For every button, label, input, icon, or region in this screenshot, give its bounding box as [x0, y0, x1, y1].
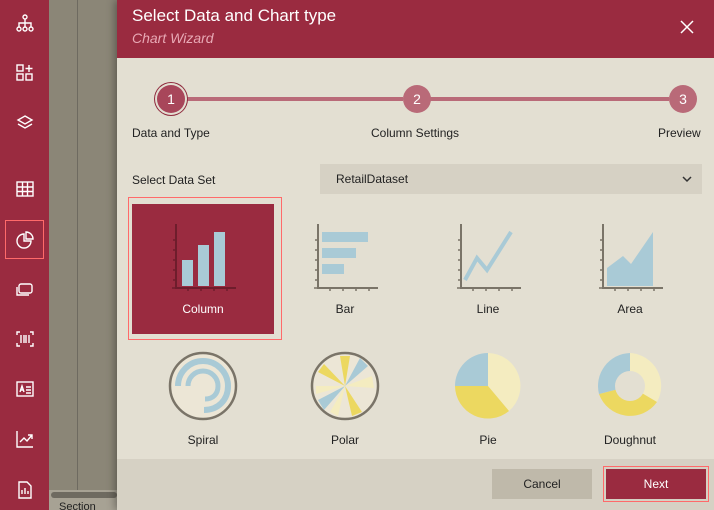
column-chart-icon [172, 224, 236, 291]
subreport-icon[interactable] [6, 471, 43, 508]
cancel-button[interactable]: Cancel [492, 469, 592, 499]
step-2[interactable]: 2 [403, 85, 431, 113]
chart-type-label: Spiral [187, 433, 219, 447]
doughnut-chart-icon [598, 353, 662, 416]
trend-chart-icon[interactable] [6, 420, 43, 457]
next-button[interactable]: Next [603, 466, 709, 502]
step-connector [429, 97, 669, 101]
step-label-column-settings: Column Settings [371, 126, 460, 140]
chart-type-label: Polar [330, 433, 359, 447]
canvas-footer: Section [49, 490, 119, 510]
dialog-footer: Cancel Next [117, 459, 714, 510]
chart-wizard-dialog: Select Data and Chart type Chart Wizard … [117, 0, 714, 510]
barcode-icon[interactable] [6, 320, 43, 357]
hierarchy-icon[interactable] [6, 4, 43, 41]
bar-chart-icon [314, 224, 378, 291]
chart-type-spiral[interactable]: Spiral [132, 340, 274, 470]
chart-type-area[interactable]: Area [559, 204, 701, 334]
chevron-down-icon [682, 176, 692, 183]
area-chart-icon [599, 224, 663, 291]
rich-text-icon[interactable] [6, 370, 43, 407]
chart-type-label: Line [476, 302, 500, 316]
add-widget-icon[interactable] [6, 54, 43, 91]
step-label-data-type: Data and Type [132, 126, 210, 140]
pie-chart-icon[interactable] [5, 220, 44, 259]
line-chart-icon [457, 224, 521, 291]
dataset-label: Select Data Set [132, 173, 216, 187]
horizontal-scrollbar[interactable] [51, 492, 117, 498]
layers-icon[interactable] [6, 104, 43, 141]
step-3[interactable]: 3 [669, 85, 697, 113]
dialog-header: Select Data and Chart type Chart Wizard [117, 0, 714, 58]
chart-type-label: Area [617, 302, 643, 316]
dataset-value: RetailDataset [336, 172, 409, 186]
chart-type-label: Column [182, 302, 224, 316]
chart-type-polar[interactable]: Polar [274, 340, 416, 470]
polar-chart-icon [310, 351, 380, 421]
pie-chart-icon [455, 353, 521, 419]
dialog-title: Select Data and Chart type [132, 6, 337, 25]
chart-type-pie[interactable]: Pie [417, 340, 559, 470]
chart-type-doughnut[interactable]: Doughnut [559, 340, 701, 470]
chart-type-line[interactable]: Line [417, 204, 559, 334]
section-label: Section [59, 501, 96, 510]
table-icon[interactable] [6, 170, 43, 207]
chart-type-column[interactable]: Column [132, 204, 274, 334]
step-connector [183, 97, 403, 101]
dialog-subtitle: Chart Wizard [132, 30, 214, 46]
dataset-select[interactable]: RetailDataset [320, 164, 702, 194]
close-icon[interactable] [675, 15, 699, 39]
step-1[interactable]: 1 [157, 85, 185, 113]
chart-type-label: Bar [335, 302, 355, 316]
spiral-chart-icon [168, 351, 238, 421]
chart-type-bar[interactable]: Bar [274, 204, 416, 334]
textbox-icon[interactable] [6, 270, 43, 307]
step-label-preview: Preview [658, 126, 701, 140]
chart-type-label: Doughnut [603, 433, 657, 447]
chart-type-label: Pie [479, 433, 497, 447]
left-toolbar [0, 0, 49, 510]
design-canvas [49, 0, 119, 510]
